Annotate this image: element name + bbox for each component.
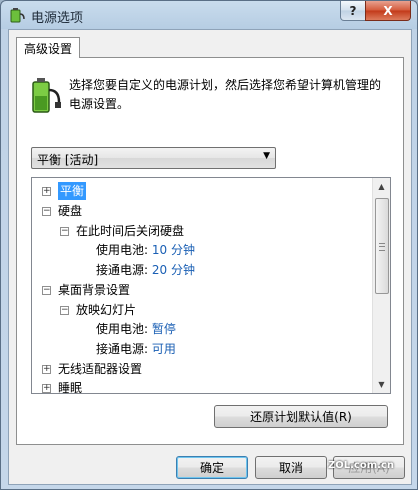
battery-plug-icon (32, 78, 61, 113)
scrollbar-thumb[interactable] (375, 198, 389, 294)
expand-icon[interactable]: + (42, 365, 51, 374)
expand-icon[interactable]: + (42, 187, 51, 196)
tree-item-label: 接通电源: 20 分钟 (96, 263, 195, 277)
tree-item-label: 睡眠 (58, 381, 83, 394)
power-plan-select-value: 平衡 [活动] (37, 153, 99, 167)
ok-button[interactable]: 确定 (176, 456, 248, 479)
tree-item-label: 使用电池: 暂停 (96, 322, 176, 336)
collapse-icon[interactable]: − (60, 306, 69, 315)
grip-icon (379, 243, 385, 251)
cancel-button[interactable]: 取消 (255, 456, 327, 479)
tree-item-label: 无线适配器设置 (58, 362, 143, 376)
setting-value[interactable]: 20 分钟 (152, 263, 195, 277)
collapse-icon[interactable]: − (42, 286, 51, 295)
watermark: ZOL.com.cn (328, 460, 394, 471)
restore-defaults-button[interactable]: 还原计划默认值(R) (214, 405, 388, 428)
setting-value[interactable]: 10 分钟 (152, 243, 195, 257)
tree-item-label: 在此时间后关闭硬盘 (76, 224, 185, 238)
scroll-up-icon[interactable]: ▲ (373, 178, 390, 195)
dialog-body: 高级设置 选择您要自定义的电源计划，然后选择您希望计算机管理的电源设置。 平衡 … (8, 29, 412, 485)
window-title: 电源选项 (31, 11, 84, 26)
scroll-down-icon[interactable]: ▼ (373, 376, 390, 393)
chevron-down-icon: ▼ (263, 151, 270, 161)
vertical-scrollbar[interactable]: ▲ ▼ (372, 178, 390, 393)
tab-advanced-settings[interactable]: 高级设置 (16, 37, 80, 58)
tree-item-label: 接通电源: 可用 (96, 342, 176, 356)
tree-item-label: 放映幻灯片 (76, 303, 137, 317)
collapse-icon[interactable]: − (60, 227, 69, 236)
battery-plug-icon (10, 8, 25, 23)
tree-item-label: 使用电池: 10 分钟 (96, 243, 195, 257)
collapse-icon[interactable]: − (42, 207, 51, 216)
title-bar[interactable]: 电源选项 ? X (1, 1, 417, 29)
tree-item-label: 平衡 (58, 182, 87, 200)
description-text: 选择您要自定义的电源计划，然后选择您希望计算机管理的电源设置。 (69, 78, 382, 111)
close-button[interactable]: X (365, 1, 411, 21)
tree-item-label: 桌面背景设置 (58, 283, 131, 297)
dialog-window: 电源选项 ? X 高级设置 选择您要自定义的电源计划，然后选择您希望计算机管理的… (0, 0, 418, 490)
settings-tree[interactable]: + 平衡 − 硬盘 − 在此时间后关闭硬盘 使用电池: 10 分钟 接通电源: … (31, 177, 391, 394)
tab-panel: 选择您要自定义的电源计划，然后选择您希望计算机管理的电源设置。 平衡 [活动] … (16, 57, 404, 445)
power-plan-select[interactable]: 平衡 [活动] ▼ (31, 147, 276, 169)
setting-value[interactable]: 可用 (152, 342, 176, 356)
expand-icon[interactable]: + (42, 384, 51, 393)
help-button[interactable]: ? (340, 1, 366, 21)
tree-item-label: 硬盘 (58, 204, 83, 218)
setting-value[interactable]: 暂停 (152, 322, 176, 336)
